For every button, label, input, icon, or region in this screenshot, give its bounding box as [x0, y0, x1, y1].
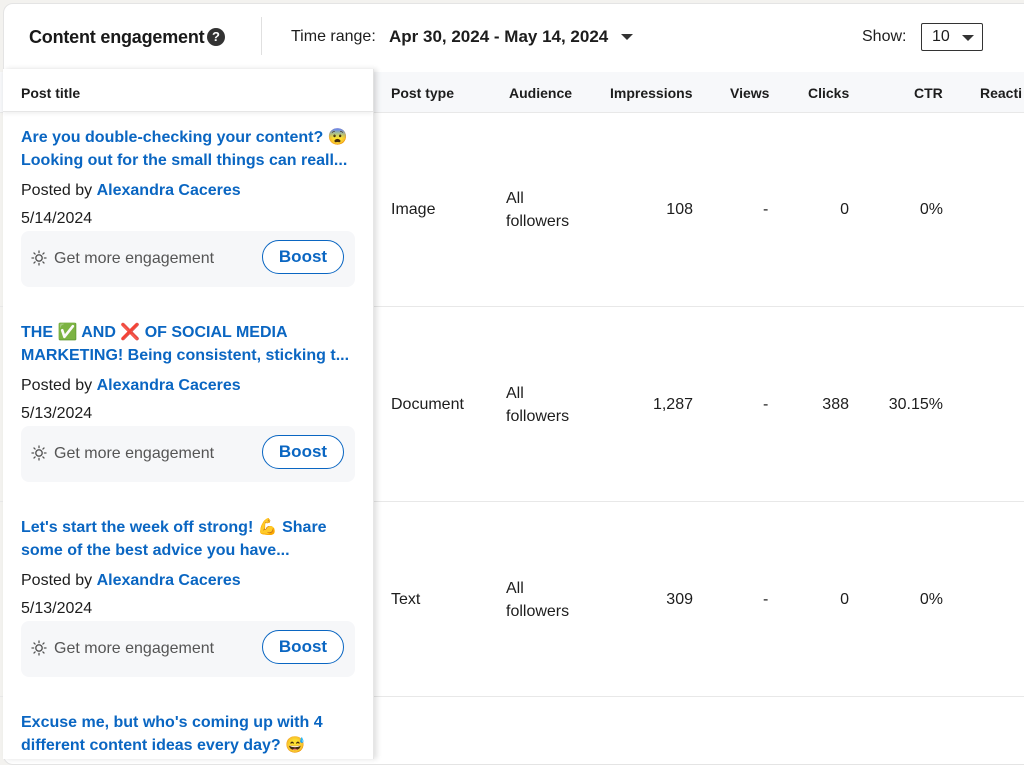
audience-line: followers	[506, 408, 570, 425]
boost-button[interactable]: Boost	[262, 240, 344, 274]
audience-cell: All followers	[506, 187, 569, 233]
section-title: Content engagement	[29, 27, 205, 47]
views-cell: -	[763, 591, 769, 608]
column-header-post-type[interactable]: Post type	[391, 85, 454, 101]
post-title-line: Let's start the week off strong! 💪 Share	[21, 519, 327, 536]
rows-per-page-select[interactable]: 10	[921, 23, 983, 51]
post-title-line: MARKETING! Being consistent, sticking t.…	[21, 347, 350, 364]
post-type-cell: Document	[391, 396, 464, 413]
impressions-cell: 1,287	[652, 396, 693, 413]
column-header-clicks[interactable]: Clicks	[808, 85, 849, 101]
impressions-cell: 309	[666, 591, 693, 608]
author-link[interactable]: Alexandra Caceres	[97, 377, 241, 394]
engagement-prompt: Get more engagement Boost	[21, 621, 355, 677]
column-header-audience[interactable]: Audience	[509, 85, 572, 101]
post-type-cell: Image	[391, 201, 436, 218]
posted-by: Posted by Alexandra Caceres	[21, 572, 241, 590]
author-link[interactable]: Alexandra Caceres	[97, 572, 241, 589]
audience-line: All	[506, 190, 524, 207]
post-title-line: THE ✅ AND ❌ OF SOCIAL MEDIA	[21, 324, 288, 341]
column-header-ctr[interactable]: CTR	[914, 85, 943, 101]
audience-line: followers	[506, 603, 570, 620]
post-date: 5/13/2024	[21, 405, 93, 422]
posted-by: Posted by Alexandra Caceres	[21, 182, 241, 200]
post-title-line: some of the best advice you have...	[21, 542, 290, 559]
post-title-link[interactable]: Let's start the week off strong! 💪 Share…	[21, 516, 361, 562]
post-title-line: Excuse me, but who's coming up with 4	[21, 714, 323, 731]
ctr-cell: 0%	[919, 591, 943, 608]
lightbulb-icon	[31, 250, 47, 266]
audience-line: All	[506, 580, 524, 597]
audience-line: followers	[506, 213, 570, 230]
clicks-cell: 0	[840, 591, 849, 608]
engagement-prompt: Get more engagement Boost	[21, 426, 355, 482]
views-cell: -	[763, 396, 769, 413]
show-label: Show:	[862, 28, 907, 45]
posted-by-label: Posted by	[21, 377, 93, 394]
posted-by: Posted by Alexandra Caceres	[21, 377, 241, 395]
ctr-cell: 0%	[919, 201, 943, 218]
help-icon[interactable]: ?	[207, 28, 225, 46]
column-header-reactions[interactable]: Reacti	[980, 85, 1022, 101]
column-header-label: Post title	[21, 85, 81, 101]
posted-by-label: Posted by	[21, 182, 93, 199]
impressions-cell: 108	[666, 201, 693, 218]
post-date: 5/14/2024	[21, 210, 93, 227]
header-divider	[261, 17, 262, 55]
post-type-cell: Text	[391, 591, 421, 608]
ctr-cell: 30.15%	[888, 396, 943, 413]
post-title-line: Looking out for the small things can rea…	[21, 152, 348, 169]
lightbulb-icon	[31, 445, 47, 461]
column-header-impressions[interactable]: Impressions	[610, 85, 692, 101]
lightbulb-icon	[31, 640, 47, 656]
column-header-views[interactable]: Views	[730, 85, 769, 101]
post-title-column: Post title Are you double-checking your …	[3, 69, 374, 759]
rows-per-page-value: 10	[932, 28, 950, 45]
post-date: 5/13/2024	[21, 600, 93, 617]
engagement-prompt: Get more engagement Boost	[21, 231, 355, 287]
clicks-cell: 388	[822, 396, 849, 413]
boost-button[interactable]: Boost	[262, 630, 344, 664]
boost-button[interactable]: Boost	[262, 435, 344, 469]
author-link[interactable]: Alexandra Caceres	[97, 182, 241, 199]
column-header-post-title[interactable]: Post title	[3, 69, 373, 112]
post-title-line: Are you double-checking your content? 😨	[21, 129, 348, 146]
clicks-cell: 0	[840, 201, 849, 218]
post-title-link[interactable]: Are you double-checking your content? 😨 …	[21, 126, 361, 172]
audience-line: All	[506, 385, 524, 402]
time-range-dropdown[interactable]: Apr 30, 2024 - May 14, 2024	[389, 27, 608, 47]
audience-cell: All followers	[506, 577, 569, 623]
audience-cell: All followers	[506, 382, 569, 428]
engagement-label: Get more engagement	[54, 640, 215, 657]
post-title-link[interactable]: Excuse me, but who's coming up with 4 di…	[21, 711, 361, 757]
post-title-link[interactable]: THE ✅ AND ❌ OF SOCIAL MEDIA MARKETING! B…	[21, 321, 361, 367]
posted-by-label: Posted by	[21, 572, 93, 589]
engagement-label: Get more engagement	[54, 250, 215, 267]
views-cell: -	[763, 201, 769, 218]
caret-down-icon[interactable]	[621, 34, 633, 40]
time-range-label: Time range:	[291, 28, 376, 45]
engagement-label: Get more engagement	[54, 445, 215, 462]
caret-down-icon	[962, 35, 974, 41]
